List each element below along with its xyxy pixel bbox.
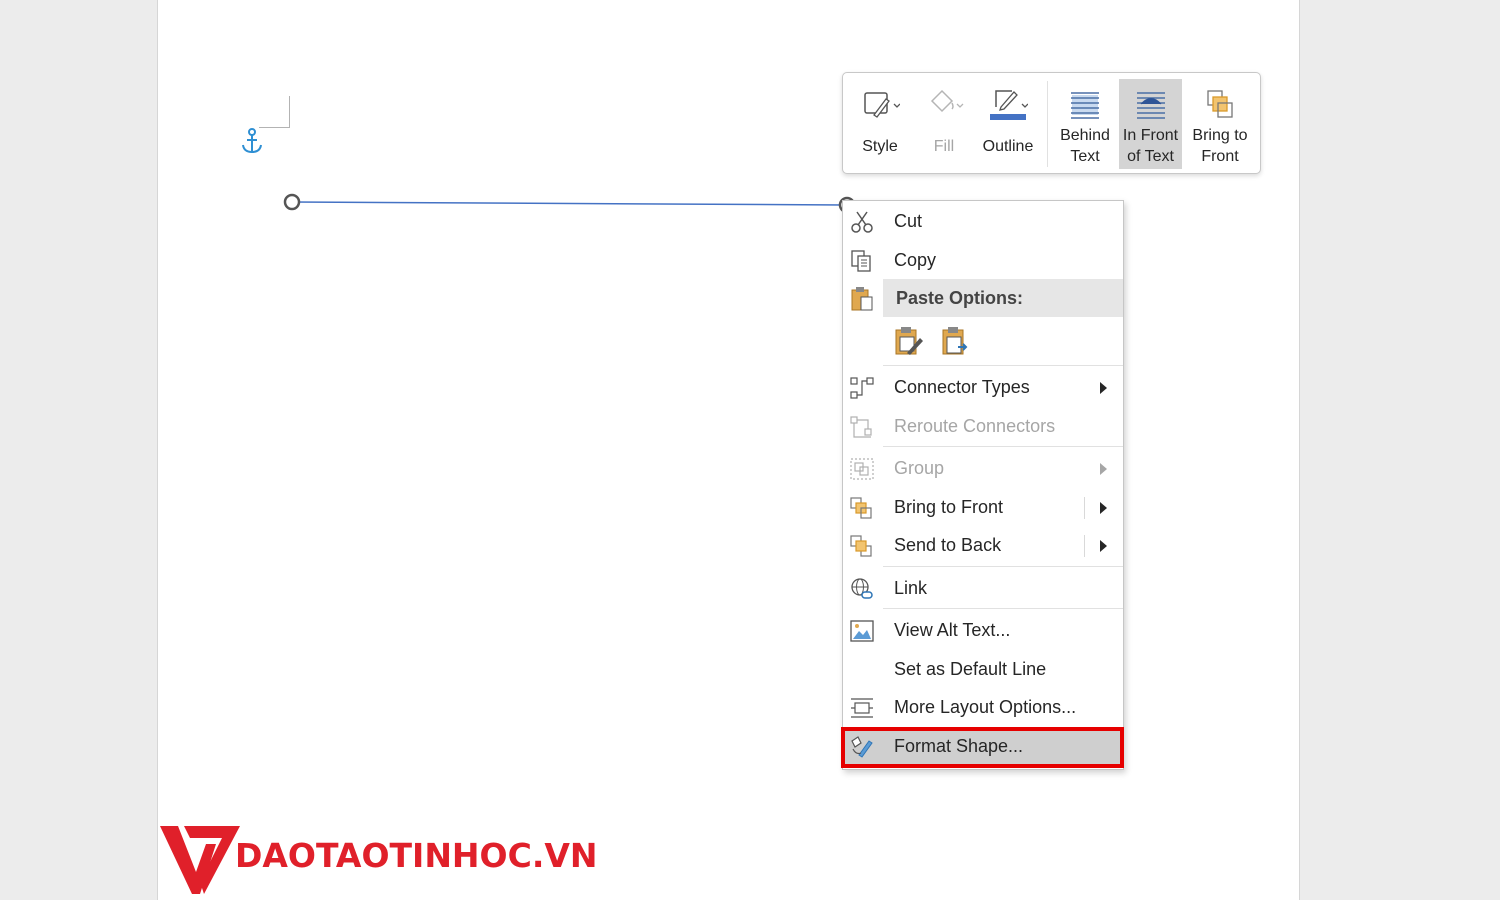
menu-item-view-alt-text[interactable]: View Alt Text...: [843, 612, 1123, 650]
connector-types-label: Connector Types: [894, 377, 1030, 397]
style-button[interactable]: Style: [853, 79, 907, 169]
behind-text-icon: [1071, 92, 1099, 119]
outline-button[interactable]: Outline: [977, 79, 1039, 169]
bring-to-front-icon: [850, 497, 872, 519]
group-icon: [850, 458, 874, 480]
mini-toolbar: Style Fill Outline Behind Text In Front …: [842, 72, 1261, 174]
menu-separator: [883, 446, 1123, 447]
menu-separator: [883, 365, 1123, 366]
paste-keep-formatting-icon[interactable]: [893, 325, 925, 359]
scissors-icon: [851, 211, 873, 233]
paste-options-header: Paste Options:: [883, 279, 1123, 317]
menu-item-reroute-connectors[interactable]: Reroute Connectors: [843, 408, 1123, 446]
shape-style-icon: [864, 92, 900, 118]
margin-marker: [289, 96, 290, 128]
more-layout-options-label: More Layout Options...: [894, 697, 1077, 717]
outline-pen-icon: [990, 90, 1028, 120]
in-front-of-text-icon: [1136, 92, 1165, 119]
toolbar-separator: [1047, 81, 1048, 167]
layout-options-icon: [851, 698, 873, 718]
menu-item-set-default-line[interactable]: Set as Default Line: [843, 651, 1123, 689]
submenu-arrow-icon: [1100, 382, 1107, 394]
send-to-back-icon: [850, 535, 872, 557]
copy-label: Copy: [894, 250, 937, 270]
bring-to-front-label: Bring to Front: [1192, 127, 1248, 165]
brand-logo: DAOTAOTINHOC.VN: [160, 822, 610, 897]
fill-label: Fill: [933, 138, 955, 155]
menu-separator: [883, 566, 1123, 567]
context-menu: Cut Copy Paste Options: Connector Types …: [842, 200, 1124, 770]
bring-to-front-button[interactable]: Bring to Front: [1187, 79, 1253, 169]
selected-line-shape[interactable]: [280, 190, 860, 220]
line-start-handle[interactable]: [283, 193, 301, 211]
submenu-arrow-icon: [1100, 463, 1107, 475]
outline-label: Outline: [982, 138, 1034, 155]
menu-item-group[interactable]: Group: [843, 450, 1123, 488]
cut-label: Cut: [894, 211, 923, 231]
group-label: Group: [894, 458, 945, 478]
bring-to-front-label: Bring to Front: [894, 497, 1004, 517]
alt-text-icon: [850, 620, 874, 642]
menu-separator: [883, 608, 1123, 609]
menu-item-cut[interactable]: Cut: [843, 203, 1123, 241]
connector-types-icon: [850, 377, 874, 399]
reroute-connectors-icon: [850, 416, 872, 438]
anchor-icon: [242, 128, 262, 154]
logo-mark-icon: [160, 826, 240, 894]
bring-to-front-icon: [1207, 90, 1233, 118]
set-default-line-label: Set as Default Line: [894, 659, 1047, 679]
submenu-arrow-icon[interactable]: [1100, 502, 1107, 514]
menu-item-connector-types[interactable]: Connector Types: [843, 369, 1123, 407]
link-globe-icon: [851, 578, 873, 599]
behind-text-label: Behind Text: [1060, 127, 1110, 165]
split-separator: [1084, 497, 1085, 519]
send-to-back-label: Send to Back: [894, 535, 1002, 555]
copy-icon: [851, 250, 871, 272]
annotation-highlight-box: [841, 727, 1124, 768]
behind-text-button[interactable]: Behind Text: [1055, 79, 1115, 169]
menu-item-link[interactable]: Link: [843, 570, 1123, 608]
menu-item-send-to-back[interactable]: Send to Back: [843, 527, 1123, 565]
in-front-of-text-label: In Front of Text: [1122, 127, 1179, 165]
fill-button[interactable]: Fill: [921, 79, 967, 169]
split-separator: [1084, 535, 1085, 557]
view-alt-text-label: View Alt Text...: [894, 620, 1011, 640]
paint-bucket-icon: [930, 89, 964, 113]
link-label: Link: [894, 578, 928, 598]
clipboard-icon: [851, 287, 873, 311]
logo-text: DAOTAOTINHOC.VN: [235, 836, 598, 875]
menu-item-copy[interactable]: Copy: [843, 242, 1123, 280]
style-label: Style: [862, 138, 898, 155]
menu-item-more-layout-options[interactable]: More Layout Options...: [843, 689, 1123, 727]
submenu-arrow-icon[interactable]: [1100, 540, 1107, 552]
in-front-of-text-button[interactable]: In Front of Text: [1119, 79, 1182, 169]
paste-picture-icon[interactable]: [940, 325, 972, 359]
menu-item-bring-to-front[interactable]: Bring to Front: [843, 489, 1123, 527]
reroute-connectors-label: Reroute Connectors: [894, 416, 1056, 436]
